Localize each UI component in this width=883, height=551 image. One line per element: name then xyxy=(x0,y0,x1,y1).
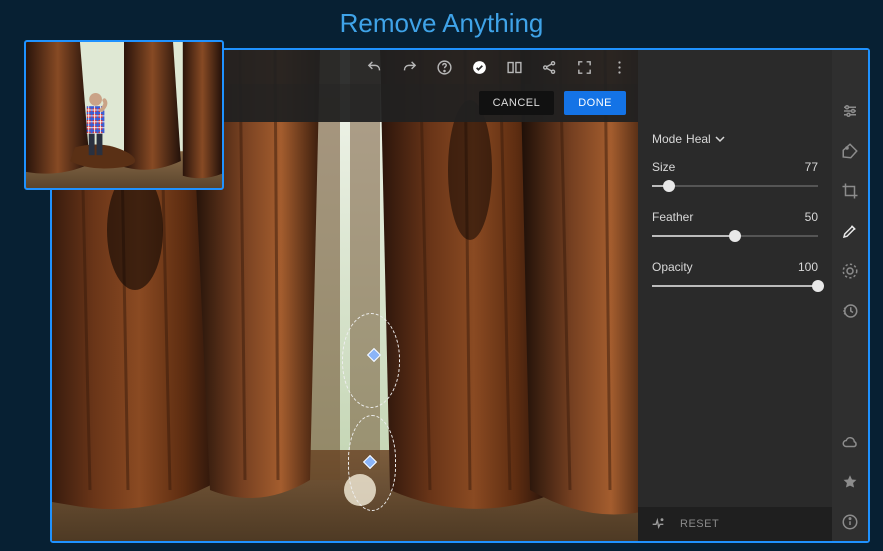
tag-icon[interactable] xyxy=(841,142,859,160)
help-icon[interactable] xyxy=(436,59,453,76)
feather-label: Feather xyxy=(652,210,693,224)
size-control: Size 77 xyxy=(652,160,818,192)
fullscreen-icon[interactable] xyxy=(576,59,593,76)
healing-brush-icon[interactable] xyxy=(841,222,859,240)
info-icon[interactable] xyxy=(841,513,859,531)
compare-icon[interactable] xyxy=(506,59,523,76)
mode-label: Mode xyxy=(652,132,682,146)
original-thumbnail[interactable] xyxy=(24,40,224,190)
more-icon[interactable] xyxy=(611,59,628,76)
done-button[interactable]: DONE xyxy=(564,91,626,115)
mode-selector[interactable]: Mode Heal xyxy=(652,132,818,146)
tool-rail xyxy=(832,50,868,541)
heal-source-selection[interactable] xyxy=(342,313,400,408)
opacity-value: 100 xyxy=(798,260,818,274)
radial-filter-icon[interactable] xyxy=(841,262,859,280)
opacity-label: Opacity xyxy=(652,260,693,274)
auto-icon[interactable] xyxy=(650,515,666,534)
feather-control: Feather 50 xyxy=(652,210,818,242)
feather-value: 50 xyxy=(805,210,818,224)
cloud-icon[interactable] xyxy=(841,433,859,451)
controls-panel: Mode Heal Size 77 Feather 50 xyxy=(638,50,832,541)
opacity-slider[interactable] xyxy=(652,280,818,292)
share-icon[interactable] xyxy=(541,59,558,76)
size-value: 77 xyxy=(805,160,818,174)
star-icon[interactable] xyxy=(841,473,859,491)
chevron-down-icon xyxy=(715,134,725,144)
size-label: Size xyxy=(652,160,675,174)
history-icon[interactable] xyxy=(841,302,859,320)
checkmark-badge-icon[interactable] xyxy=(471,59,488,76)
reset-button[interactable]: RESET xyxy=(680,518,719,530)
size-slider[interactable] xyxy=(652,180,818,192)
opacity-control: Opacity 100 xyxy=(652,260,818,292)
crop-icon[interactable] xyxy=(841,182,859,200)
undo-icon[interactable] xyxy=(366,59,383,76)
redo-icon[interactable] xyxy=(401,59,418,76)
adjust-icon[interactable] xyxy=(841,102,859,120)
mode-value: Heal xyxy=(686,132,711,146)
panel-bottom-bar: RESET xyxy=(638,507,832,541)
feather-slider[interactable] xyxy=(652,230,818,242)
cancel-button[interactable]: CANCEL xyxy=(479,91,555,115)
page-title: Remove Anything xyxy=(340,8,544,39)
